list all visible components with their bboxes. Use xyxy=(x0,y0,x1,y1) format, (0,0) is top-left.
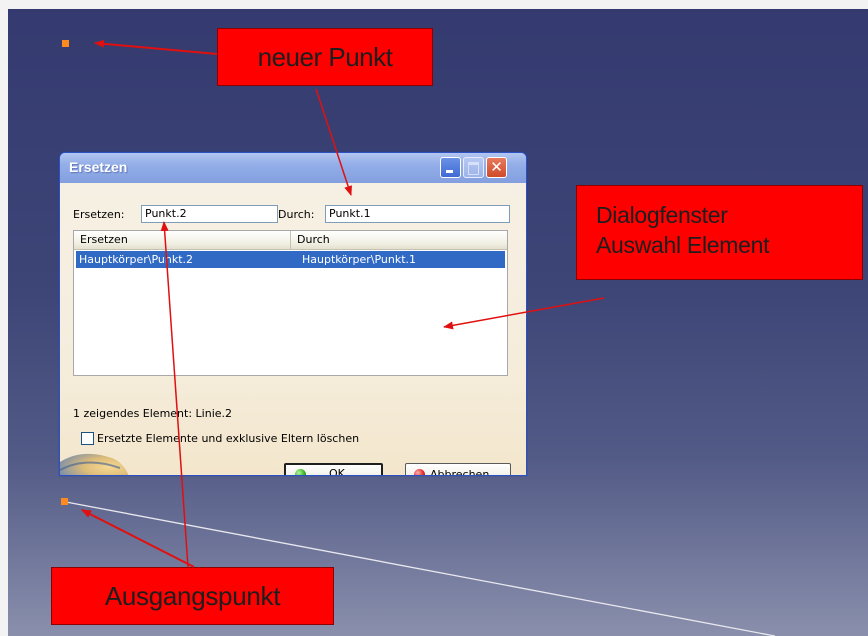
callout-dialog-line2: Auswahl Element xyxy=(596,232,770,258)
callout-dialog-line1: Dialogfenster xyxy=(596,202,728,228)
dialog-title: Ersetzen xyxy=(69,159,128,175)
pointing-element-text: 1 zeigendes Element: Linie.2 xyxy=(73,407,233,420)
close-button[interactable]: ✕ xyxy=(486,157,507,178)
page-edge-top xyxy=(0,0,868,9)
callout-origin-point-text: Ausgangspunkt xyxy=(104,580,281,611)
green-sphere-icon xyxy=(295,469,306,475)
column-header-with[interactable]: Durch xyxy=(291,231,507,249)
red-sphere-icon xyxy=(414,469,425,475)
maximize-icon xyxy=(468,162,479,175)
minimize-icon xyxy=(446,170,453,173)
cancel-button[interactable]: Abbrechen xyxy=(405,463,511,476)
callout-origin-point: Ausgangspunkt xyxy=(51,567,334,625)
cancel-label: Abbrechen xyxy=(430,468,490,476)
minimize-button[interactable] xyxy=(440,157,461,178)
list-header: Ersetzen Durch xyxy=(74,231,507,250)
replace-label: Ersetzen: xyxy=(73,208,125,221)
list-item[interactable]: Hauptkörper\Punkt.2 Hauptkörper\Punkt.1 xyxy=(76,251,505,268)
delete-elements-checkbox[interactable] xyxy=(81,432,94,445)
replacement-list[interactable]: Ersetzen Durch Hauptkörper\Punkt.2 Haupt… xyxy=(73,230,508,376)
checkbox-label: Ersetzte Elemente und exklusive Eltern l… xyxy=(97,432,360,445)
with-input[interactable]: Punkt.1 xyxy=(325,205,510,223)
callout-new-point: neuer Punkt xyxy=(217,28,433,86)
new-point-marker[interactable] xyxy=(62,40,69,47)
column-header-replace[interactable]: Ersetzen xyxy=(74,231,291,249)
arrow-to-new-point xyxy=(94,39,218,55)
callout-dialog: Dialogfenster Auswahl Element xyxy=(576,185,863,280)
callout-new-point-text: neuer Punkt xyxy=(257,41,393,72)
cell-replace: Hauptkörper\Punkt.2 xyxy=(79,253,194,266)
dialog-body: Ersetzen: Punkt.2 Durch: Punkt.1 Ersetze… xyxy=(60,183,526,476)
ok-label: OK xyxy=(329,467,345,476)
arrow-to-origin-point xyxy=(81,509,195,568)
replace-dialog: Ersetzen ✕ Ersetzen: Punkt.2 Durch: Punk… xyxy=(59,152,527,476)
origin-point-marker[interactable] xyxy=(61,498,68,505)
globe-logo-icon xyxy=(60,453,129,475)
dialog-titlebar[interactable]: Ersetzen ✕ xyxy=(60,153,526,183)
close-icon: ✕ xyxy=(490,158,503,176)
with-label: Durch: xyxy=(278,208,315,221)
page-edge-left xyxy=(0,0,8,636)
ok-button[interactable]: OK xyxy=(284,463,383,476)
maximize-button xyxy=(463,157,484,178)
cell-with: Hauptkörper\Punkt.1 xyxy=(302,253,417,266)
replace-input[interactable]: Punkt.2 xyxy=(141,205,278,223)
